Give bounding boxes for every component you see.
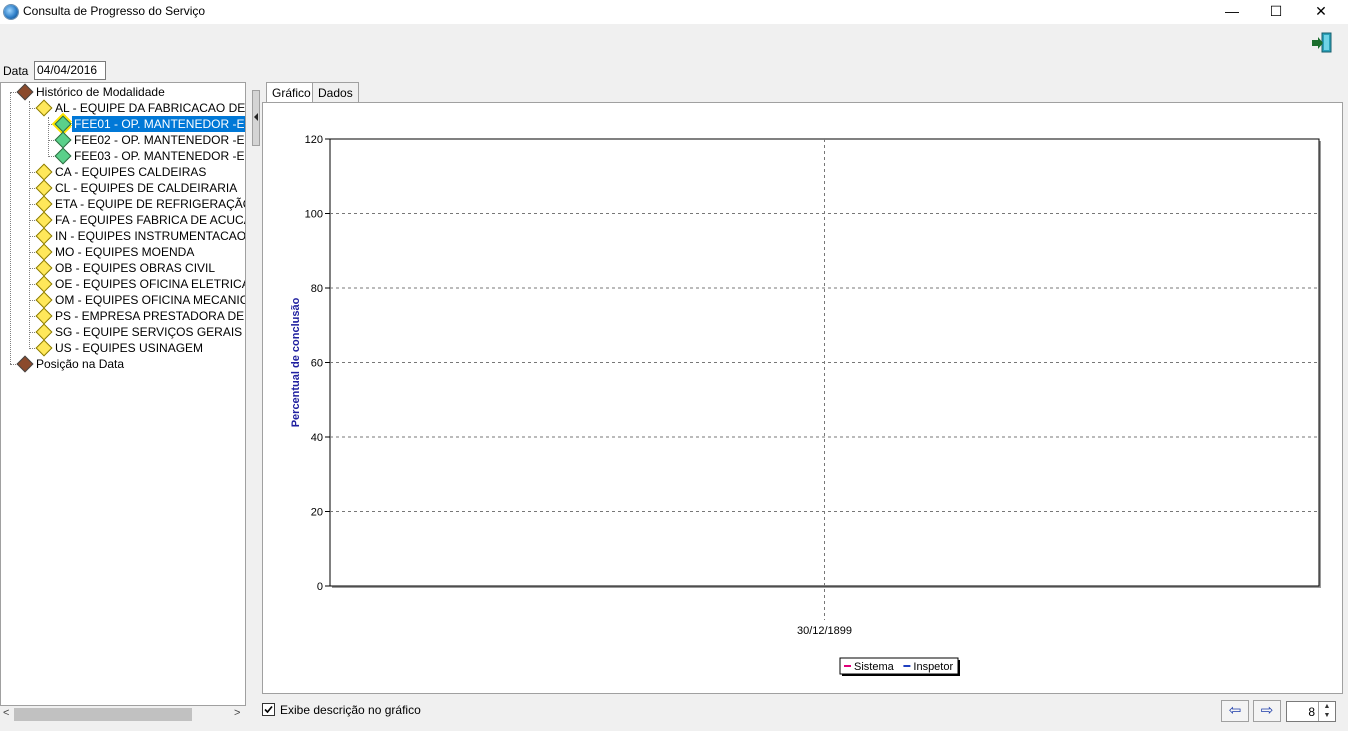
tree-group-eta[interactable]: ETA - EQUIPE DE REFRIGERAÇÃO [1,195,246,213]
tree-group-mo[interactable]: MO - EQUIPES MOENDA [1,243,245,261]
tree-child-fee01[interactable]: FEE01 - OP. MANTENEDOR -ES - E [1,115,245,133]
yellow-node-icon [35,259,53,277]
yellow-node-icon [35,275,53,293]
scroll-thumb[interactable] [14,708,192,721]
y-tick-label: 0 [317,581,323,593]
yellow-node-icon [35,307,53,325]
legend-label: Inspetor [913,661,953,673]
tree-group-label: OM - EQUIPES OFICINA MECANICA [55,293,246,307]
yellow-node-icon [35,243,53,261]
tree-horizontal-scrollbar[interactable]: < > [0,706,246,724]
yellow-node-icon [35,179,53,197]
next-arrow-icon[interactable]: ⇨ [1253,700,1281,722]
yellow-node-icon [35,163,53,181]
tree-group-label: OB - EQUIPES OBRAS CIVIL [55,261,216,275]
app-icon [4,5,18,19]
tree-child-fee02[interactable]: FEE02 - OP. MANTENEDOR -ES - E [1,131,245,149]
tree-group-ob[interactable]: OB - EQUIPES OBRAS CIVIL [1,259,245,277]
y-axis-label: Percentual de conclusão [290,297,302,427]
tree-child-fee03[interactable]: FEE03 - OP. MANTENEDOR -ES- E [1,147,245,165]
tree-group-om[interactable]: OM - EQUIPES OFICINA MECANICA [1,291,246,309]
show-description-label: Exibe descrição no gráfico [280,703,421,717]
scroll-left-icon[interactable]: < [3,707,9,719]
tree-child-label: FEE03 - OP. MANTENEDOR -ES- E [74,149,245,163]
tree-group-ps[interactable]: PS - EMPRESA PRESTADORA DE SEF [1,307,245,325]
scroll-right-icon[interactable]: > [234,707,240,719]
brown-node-icon [16,83,34,101]
yellow-node-icon [35,227,53,245]
tree-group-us[interactable]: US - EQUIPES USINAGEM [1,339,245,357]
yellow-node-icon [35,339,53,357]
tree-group-label: CA - EQUIPES CALDEIRAS [55,165,207,179]
chart-panel: 0 20 40 60 80 100 120 30/12/1899 Percentual de c… [262,102,1343,694]
splitter-handle[interactable] [252,90,260,146]
chart: 0 20 40 60 80 100 120 30/12/1899 Percentual de c… [290,134,1321,676]
checkmark-icon [264,705,273,714]
date-label: Data [3,64,29,78]
tree-group-label: US - EQUIPES USINAGEM [55,341,204,355]
yellow-node-icon [35,99,53,117]
tree-group-label: SG - EQUIPE SERVIÇOS GERAIS [55,325,243,339]
yellow-node-icon [35,323,53,341]
tree-child-label: FEE02 - OP. MANTENEDOR -ES - E [74,133,245,147]
tree-group-label: ETA - EQUIPE DE REFRIGERAÇÃO [55,197,246,211]
tree-group-label: IN - EQUIPES INSTRUMENTACAO [55,229,246,243]
tree-root-historico[interactable]: Histórico de Modalidade [1,83,245,101]
tree-group-label: FA - EQUIPES FABRICA DE ACUCAR [55,213,246,227]
minimize-button[interactable]: — [1209,0,1255,24]
legend-label: Sistema [854,661,895,673]
green-node-icon [54,131,72,149]
tree-group-oe[interactable]: OE - EQUIPES OFICINA ELETRICA [1,275,246,293]
page-value: 8 [1308,705,1315,719]
yellow-node-icon [35,195,53,213]
y-tick-label: 100 [305,209,323,221]
y-tick-label: 40 [311,432,323,444]
tree-group-label: OE - EQUIPES OFICINA ELETRICA [55,277,246,291]
tree-view[interactable]: Histórico de Modalidade AL - EQUIPE DA F… [0,82,246,706]
previous-arrow-icon[interactable]: ⇦ [1221,700,1249,722]
maximize-button[interactable]: ☐ [1253,0,1299,24]
tree-group-al[interactable]: AL - EQUIPE DA FABRICACAO DE ALC [1,99,246,117]
tree-root-posicao[interactable]: Posição na Data [1,355,245,373]
tree-group-in[interactable]: IN - EQUIPES INSTRUMENTACAO [1,227,246,245]
close-button[interactable]: ✕ [1298,0,1344,24]
page-spinner[interactable]: 8 ▲ ▼ [1286,701,1336,722]
date-field[interactable]: 04/04/2016 [34,61,106,80]
tree-group-cl[interactable]: CL - EQUIPES DE CALDEIRARIA [1,179,245,197]
tree-group-label: AL - EQUIPE DA FABRICACAO DE ALC [55,101,246,115]
yellow-node-icon [35,211,53,229]
y-tick-label: 120 [305,134,323,146]
tree-group-ca[interactable]: CA - EQUIPES CALDEIRAS [1,163,245,181]
y-tick-label: 60 [311,358,323,370]
y-tick-label: 20 [311,507,323,519]
yellow-node-icon [35,291,53,309]
spinner-buttons[interactable]: ▲ ▼ [1318,702,1335,721]
tab-grafico[interactable]: Gráfico [266,82,317,102]
green-node-icon [54,147,72,165]
tree-group-label: PS - EMPRESA PRESTADORA DE SEF [55,309,245,323]
tree-group-fa[interactable]: FA - EQUIPES FABRICA DE ACUCAR [1,211,246,229]
tree-root-label: Histórico de Modalidade [36,85,165,99]
tree-child-label: FEE01 - OP. MANTENEDOR -ES - E [70,115,245,133]
tree-group-label: MO - EQUIPES MOENDA [55,245,195,259]
green-node-icon [54,115,72,133]
y-tick-label: 80 [311,283,323,295]
window-title: Consulta de Progresso do Serviço [23,4,206,18]
title-bar: Consulta de Progresso do Serviço — ☐ ✕ [0,0,1348,24]
show-description-checkbox[interactable] [262,703,275,716]
tree-group-sg[interactable]: SG - EQUIPE SERVIÇOS GERAIS [1,323,245,341]
exit-door-icon[interactable] [1311,32,1333,54]
tree-group-label: CL - EQUIPES DE CALDEIRARIA [55,181,238,195]
tree-root-label: Posição na Data [36,357,125,371]
brown-node-icon [16,355,34,373]
tab-dados[interactable]: Dados [312,82,359,102]
x-tick-label: 30/12/1899 [797,625,852,637]
